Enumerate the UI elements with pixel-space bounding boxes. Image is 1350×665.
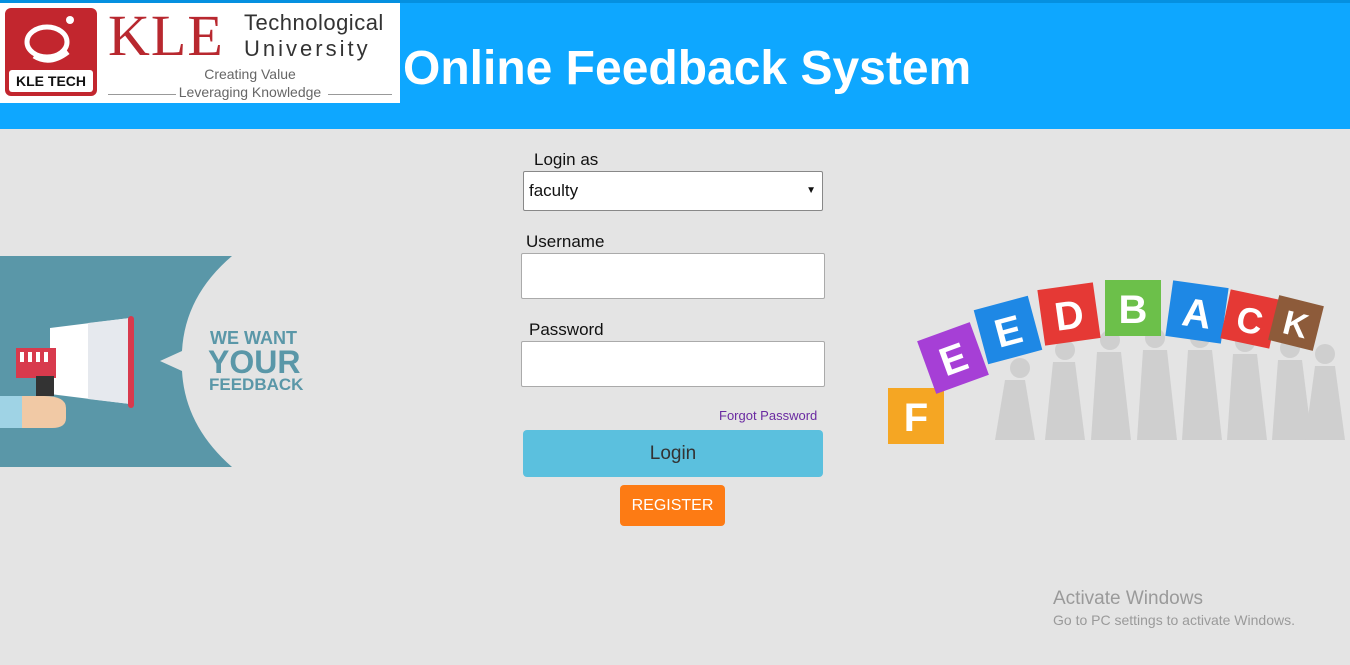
login-as-selected-value: faculty — [529, 181, 579, 200]
header-bar: KLE TECH KLE Technological University Cr… — [0, 0, 1350, 129]
logo-badge-text: KLE TECH — [9, 70, 93, 92]
logo-divider-right — [328, 94, 392, 95]
activate-windows-title: Activate Windows — [1053, 588, 1203, 609]
logo-university-text: University — [244, 36, 371, 61]
login-as-select[interactable]: faculty ▼ — [523, 171, 823, 211]
logo-mark-icon — [24, 16, 74, 63]
block-letter-f: F — [904, 396, 928, 440]
block-letter-a: A — [1179, 290, 1214, 338]
feedback-blocks-people-icon: F E E D B A C K — [888, 280, 1345, 444]
feedback-small-text: FEEDBACK — [209, 375, 304, 394]
logo-divider-left — [108, 94, 176, 95]
your-text: YOUR — [208, 344, 301, 380]
logo-badge: KLE TECH — [5, 8, 97, 96]
activate-windows-subtitle: Go to PC settings to activate Windows. — [1053, 612, 1295, 628]
register-button[interactable]: REGISTER — [620, 485, 725, 526]
page-title: Online Feedback System — [403, 42, 972, 95]
logo-tagline-2: Leveraging Knowledge — [178, 84, 322, 100]
logo-kle-text: KLE — [108, 3, 224, 68]
forgot-password-link[interactable]: Forgot Password — [719, 408, 817, 423]
password-label: Password — [529, 320, 604, 339]
university-logo: KLE TECH KLE Technological University Cr… — [0, 3, 400, 103]
logo-technological-text: Technological — [244, 10, 384, 35]
password-input[interactable] — [521, 341, 825, 387]
block-letter-d: D — [1052, 292, 1087, 340]
logo-tagline-1: Creating Value — [204, 66, 296, 82]
login-button[interactable]: Login — [523, 430, 823, 477]
username-input[interactable] — [521, 253, 825, 299]
login-as-label: Login as — [534, 150, 599, 169]
username-label: Username — [526, 232, 605, 251]
block-letter-b: B — [1119, 288, 1148, 332]
dropdown-caret-icon: ▼ — [806, 185, 816, 196]
